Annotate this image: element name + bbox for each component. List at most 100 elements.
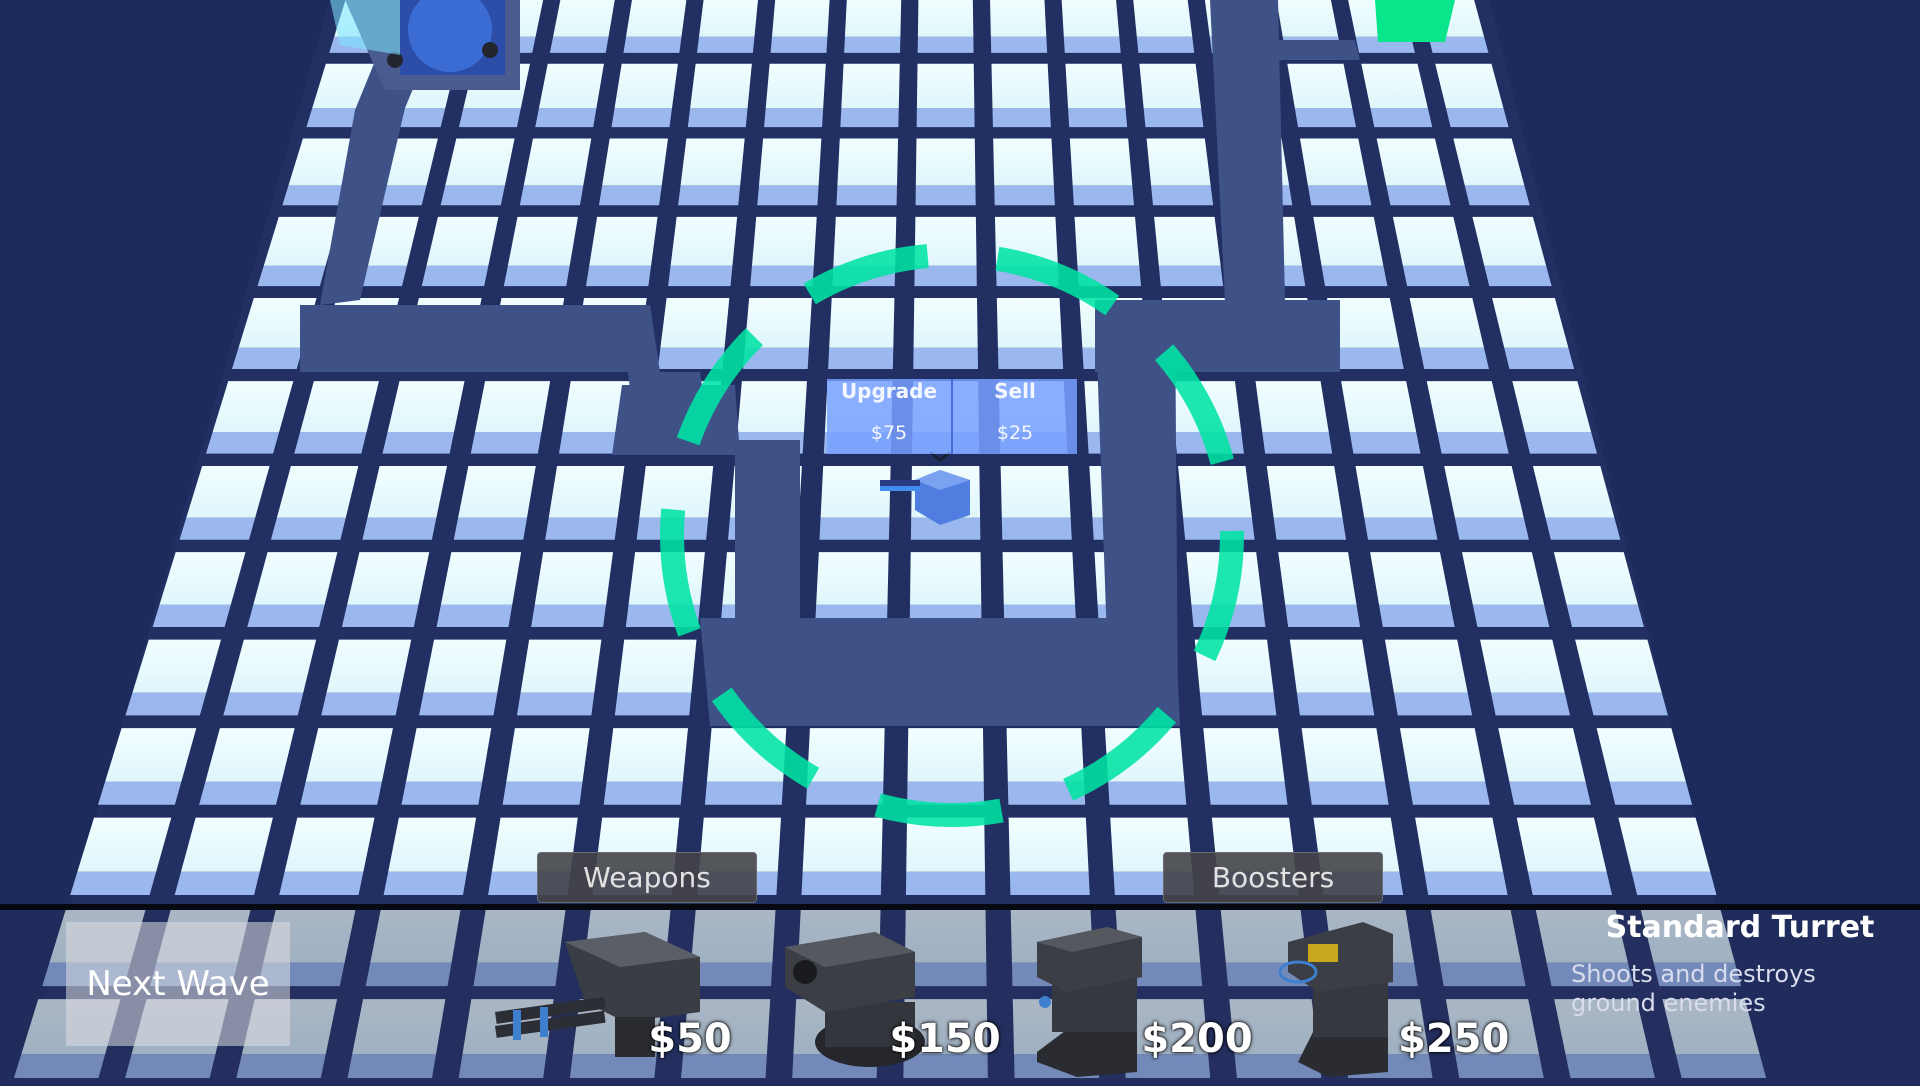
build-tile[interactable] bbox=[1203, 728, 1285, 782]
build-tile[interactable] bbox=[1361, 63, 1428, 109]
build-tile[interactable] bbox=[1289, 639, 1371, 693]
build-tile[interactable] bbox=[844, 0, 902, 37]
build-tile[interactable] bbox=[205, 728, 295, 782]
build-tile[interactable] bbox=[1384, 639, 1468, 693]
build-tile[interactable] bbox=[1146, 138, 1211, 186]
build-tile[interactable] bbox=[1498, 728, 1586, 782]
build-tile[interactable] bbox=[1596, 728, 1686, 782]
build-tile[interactable] bbox=[1139, 63, 1202, 109]
build-tile[interactable] bbox=[996, 298, 1063, 348]
build-tile[interactable] bbox=[1618, 817, 1711, 872]
build-tile[interactable] bbox=[1006, 728, 1085, 782]
build-tile[interactable] bbox=[1370, 552, 1451, 605]
build-tile[interactable] bbox=[680, 138, 745, 186]
build-tile[interactable] bbox=[1074, 216, 1140, 266]
build-tile[interactable] bbox=[1276, 0, 1339, 37]
build-tile[interactable] bbox=[387, 381, 465, 432]
shop-item-booster[interactable]: $250 bbox=[1268, 912, 1509, 1080]
build-tile[interactable] bbox=[1301, 728, 1385, 782]
build-tile[interactable] bbox=[915, 138, 976, 186]
build-tile[interactable] bbox=[1154, 216, 1221, 266]
build-tile[interactable] bbox=[520, 639, 602, 693]
build-tile[interactable] bbox=[1313, 216, 1384, 266]
build-tile[interactable] bbox=[1480, 639, 1565, 693]
build-tile[interactable] bbox=[1409, 298, 1484, 348]
build-tile[interactable] bbox=[1444, 465, 1524, 518]
build-tile[interactable] bbox=[829, 298, 895, 348]
build-tile[interactable] bbox=[1178, 465, 1252, 518]
build-tile[interactable] bbox=[837, 138, 899, 186]
build-tile[interactable] bbox=[991, 63, 1050, 109]
build-tile[interactable] bbox=[1376, 138, 1446, 186]
build-tile[interactable] bbox=[445, 138, 515, 186]
build-tile[interactable] bbox=[1415, 817, 1504, 872]
tab-weapons[interactable]: Weapons bbox=[537, 852, 757, 903]
build-tile[interactable] bbox=[1002, 552, 1076, 605]
build-tile[interactable] bbox=[1287, 63, 1353, 109]
build-tile[interactable] bbox=[1355, 465, 1434, 518]
build-tile[interactable] bbox=[990, 0, 1047, 37]
build-tile[interactable] bbox=[606, 728, 688, 782]
build-tile[interactable] bbox=[602, 138, 668, 186]
build-tile[interactable] bbox=[589, 216, 658, 266]
build-tile[interactable] bbox=[1341, 381, 1417, 432]
next-wave-button[interactable]: Next Wave bbox=[66, 922, 290, 1046]
build-tile[interactable] bbox=[1069, 138, 1133, 186]
build-tile[interactable] bbox=[553, 0, 615, 37]
build-tile[interactable] bbox=[765, 63, 826, 109]
build-tile[interactable] bbox=[506, 728, 590, 782]
build-tile[interactable] bbox=[475, 381, 551, 432]
build-tile[interactable] bbox=[1133, 0, 1193, 37]
build-tile[interactable] bbox=[758, 138, 822, 186]
build-tile[interactable] bbox=[802, 817, 883, 872]
build-tile[interactable] bbox=[534, 552, 614, 605]
build-tile[interactable] bbox=[1532, 465, 1615, 518]
build-tile[interactable] bbox=[614, 63, 678, 109]
upgrade-button[interactable]: Upgrade $75 bbox=[827, 379, 951, 454]
build-tile[interactable] bbox=[1392, 216, 1465, 266]
build-tile[interactable] bbox=[690, 63, 752, 109]
build-tile[interactable] bbox=[405, 728, 492, 782]
build-tile[interactable] bbox=[807, 728, 885, 782]
build-tile[interactable] bbox=[917, 0, 974, 37]
build-tile[interactable] bbox=[1266, 465, 1343, 518]
build-tile[interactable] bbox=[538, 63, 604, 109]
build-tile[interactable] bbox=[1426, 381, 1504, 432]
build-tile[interactable] bbox=[737, 381, 807, 432]
build-tile[interactable] bbox=[440, 552, 522, 605]
build-tile[interactable] bbox=[771, 0, 830, 37]
build-tile[interactable] bbox=[626, 0, 687, 37]
build-tile[interactable] bbox=[993, 138, 1054, 186]
build-tile[interactable] bbox=[1575, 639, 1662, 693]
build-tile[interactable] bbox=[909, 552, 982, 605]
build-tile[interactable] bbox=[617, 639, 697, 693]
shop-item-missile-launcher[interactable]: $150 bbox=[765, 912, 1005, 1080]
shop-item-standard-turret[interactable]: $50 bbox=[495, 912, 735, 1080]
sell-button[interactable]: Sell $25 bbox=[951, 379, 1077, 454]
build-tile[interactable] bbox=[1512, 381, 1592, 432]
build-tile[interactable] bbox=[660, 298, 730, 348]
build-tile[interactable] bbox=[326, 639, 412, 693]
build-tile[interactable] bbox=[229, 639, 317, 693]
build-tile[interactable] bbox=[548, 465, 625, 518]
build-tile[interactable] bbox=[458, 465, 536, 518]
build-tile[interactable] bbox=[1516, 817, 1607, 872]
build-tile[interactable] bbox=[1008, 817, 1089, 872]
build-tile[interactable] bbox=[913, 298, 978, 348]
build-tile[interactable] bbox=[426, 216, 499, 266]
build-tile[interactable] bbox=[1278, 552, 1357, 605]
build-tile[interactable] bbox=[1553, 552, 1638, 605]
build-tile[interactable] bbox=[916, 63, 975, 109]
build-tile[interactable] bbox=[305, 728, 393, 782]
build-tile[interactable] bbox=[1399, 728, 1486, 782]
shop-item-laser-beamer[interactable]: $200 bbox=[1017, 912, 1257, 1080]
build-tile[interactable] bbox=[523, 138, 592, 186]
build-tile[interactable] bbox=[820, 465, 891, 518]
build-tile[interactable] bbox=[1461, 552, 1545, 605]
build-tile[interactable] bbox=[507, 216, 578, 266]
build-tile[interactable] bbox=[388, 817, 477, 872]
build-tile[interactable] bbox=[1000, 465, 1071, 518]
build-tile[interactable] bbox=[1065, 63, 1126, 109]
build-tile[interactable] bbox=[276, 465, 359, 518]
build-tile[interactable] bbox=[284, 817, 375, 872]
